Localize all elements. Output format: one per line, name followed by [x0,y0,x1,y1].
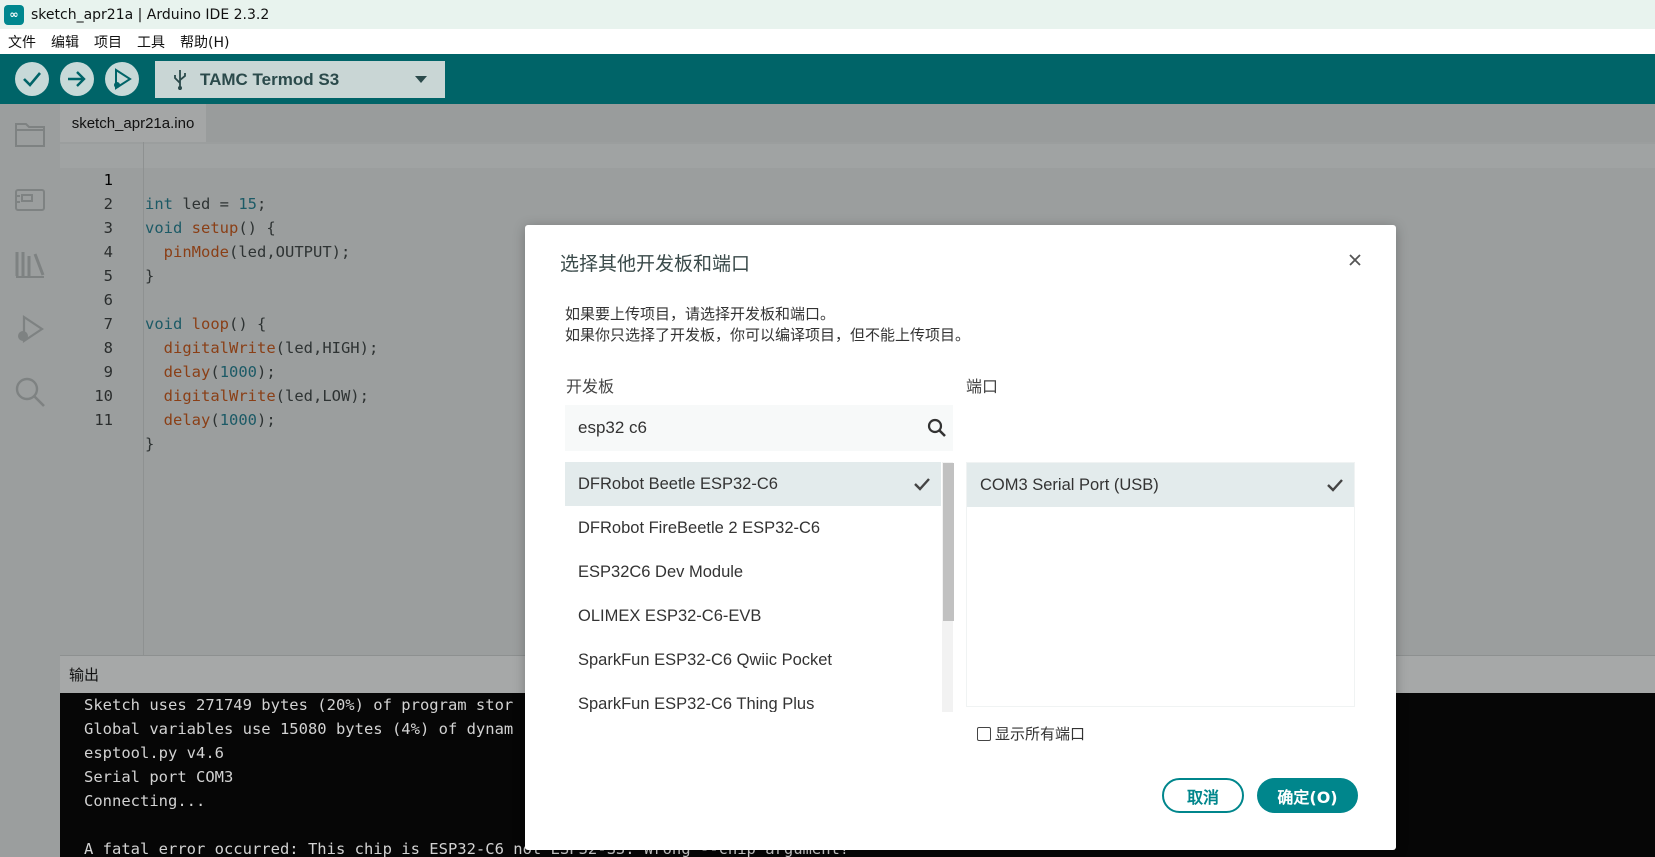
menu-help[interactable]: 帮助(H) [180,32,229,52]
debug-icon [114,68,132,90]
selected-board-label: TAMC Termod S3 [200,69,340,89]
search-icon[interactable] [12,374,48,410]
console-line: esptool.py v4.6 [84,744,224,762]
dialog-description-line1: 如果要上传项目，请选择开发板和端口。 [565,305,836,323]
code-line: 1 int led = 15; [60,144,1655,213]
code-line: 2 void setup() { [60,168,1655,237]
console-line: Sketch uses 271749 bytes (20%) of progra… [84,696,514,714]
activity-sidebar [0,104,60,857]
usb-icon [170,68,190,92]
check-icon [914,478,930,491]
port-list: COM3 Serial Port (USB) [966,462,1355,707]
board-item-label: SparkFun ESP32-C6 Thing Plus [578,694,815,713]
dialog-description-line2: 如果你只选择了开发板，你可以编译项目，但不能上传项目。 [565,326,971,344]
menu-edit[interactable]: 编辑 [51,32,79,52]
board-search-box [565,405,953,451]
ok-button[interactable]: 确定(O) [1257,778,1358,813]
board-list-item[interactable]: DFRobot FireBeetle 2 ESP32-C6 [565,506,941,550]
boards-header: 开发板 [566,377,615,396]
folder-icon[interactable] [12,116,48,152]
chevron-down-icon [415,76,427,83]
show-all-ports-option[interactable]: 显示所有端口 [973,723,1085,744]
board-list-item[interactable]: OLIMEX ESP32-C6-EVB [565,594,941,638]
line-number: 11 [94,411,113,429]
menu-sketch[interactable]: 项目 [94,32,122,52]
window-title: sketch_apr21a | Arduino IDE 2.3.2 [31,6,270,23]
board-list-item[interactable]: ESP32C6 Dev Module [565,550,941,594]
menu-tools[interactable]: 工具 [137,32,165,52]
dialog-title: 选择其他开发板和端口 [560,253,751,275]
library-icon[interactable] [12,246,48,282]
board-item-label: DFRobot Beetle ESP32-C6 [578,474,778,493]
board-item-label: DFRobot FireBeetle 2 ESP32-C6 [578,518,821,537]
ports-header: 端口 [966,377,999,396]
board-list: DFRobot Beetle ESP32-C6 DFRobot FireBeet… [565,462,953,712]
arduino-logo-icon: ∞ [4,4,24,25]
check-icon [1327,479,1343,492]
console-line: Global variables use 15080 bytes (4%) of… [84,720,514,738]
board-selector-dropdown[interactable]: TAMC Termod S3 [155,61,445,98]
title-bar: ∞ sketch_apr21a | Arduino IDE 2.3.2 [0,0,1655,29]
cancel-button[interactable]: 取消 [1162,778,1244,813]
show-all-ports-checkbox[interactable] [977,726,991,741]
tab-sketch-file[interactable]: sketch_apr21a.ino [60,104,206,142]
toolbar: TAMC Termod S3 [0,54,1655,104]
code-line: 3 pinMode(led,OUTPUT); [60,192,1655,261]
board-manager-icon[interactable] [12,181,48,217]
select-board-port-dialog: 选择其他开发板和端口 如果要上传项目，请选择开发板和端口。 如果你只选择了开发板… [525,225,1396,850]
menu-bar: 文件 编辑 项目 工具 帮助(H) [0,29,1655,54]
verify-button[interactable] [15,62,49,96]
upload-icon [68,71,86,87]
port-item-label: COM3 Serial Port (USB) [980,475,1159,494]
upload-button[interactable] [60,62,94,96]
board-item-label: OLIMEX ESP32-C6-EVB [578,606,762,625]
board-list-item[interactable]: SparkFun ESP32-C6 Thing Plus [565,682,941,713]
board-list-scrollbar-thumb[interactable] [943,463,954,621]
editor-tab-strip [60,104,1655,142]
board-list-item[interactable]: DFRobot Beetle ESP32-C6 [565,462,941,506]
close-icon [1349,254,1361,266]
board-item-label: SparkFun ESP32-C6 Qwiic Pocket [578,650,833,669]
console-line: Serial port COM3 [84,768,234,786]
verify-icon [23,72,41,87]
close-button[interactable] [1344,249,1366,271]
port-list-item[interactable]: COM3 Serial Port (USB) [967,463,1354,507]
output-title: 输出 [69,666,100,684]
board-search-input[interactable] [578,418,908,438]
board-list-item[interactable]: SparkFun ESP32-C6 Qwiic Pocket [565,638,941,682]
menu-file[interactable]: 文件 [8,32,36,52]
console-line: Connecting... [84,792,206,810]
board-item-label: ESP32C6 Dev Module [578,562,744,581]
search-icon [927,418,946,437]
arduino-ide-window: ∞ sketch_apr21a | Arduino IDE 2.3.2 文件 编… [0,0,1655,857]
debug-icon[interactable] [12,311,48,347]
debug-button[interactable] [105,62,139,96]
show-all-ports-label: 显示所有端口 [995,725,1086,743]
